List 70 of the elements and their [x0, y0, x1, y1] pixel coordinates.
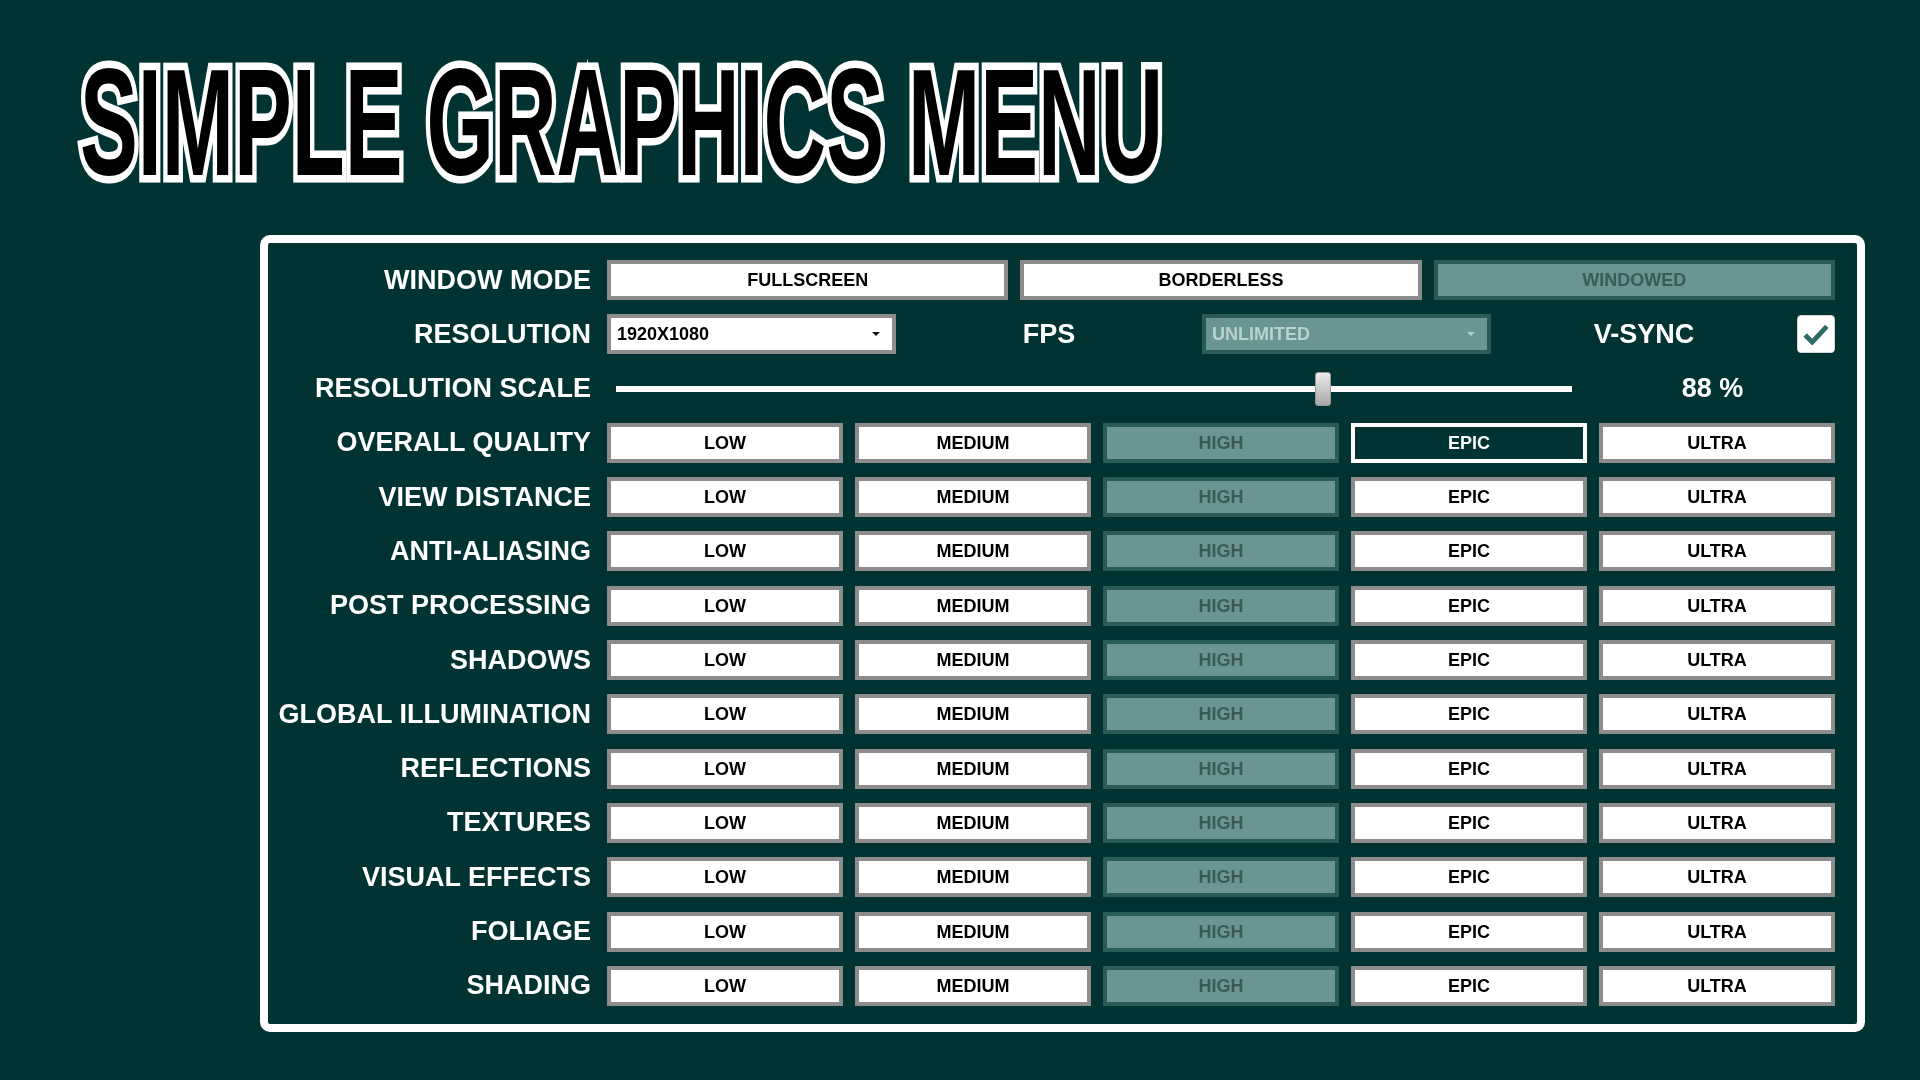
setting-label: WINDOW MODE [384, 266, 591, 294]
option-button[interactable]: LOW [607, 802, 843, 843]
option-button[interactable]: LOW [607, 857, 843, 898]
page-title: SIMPLE GRAPHICS MENU [80, 46, 1164, 198]
option-button[interactable]: ULTRA [1599, 965, 1835, 1006]
option-button[interactable]: ULTRA [1599, 585, 1835, 626]
option-button[interactable]: ULTRA [1599, 531, 1835, 572]
option-button[interactable]: LOW [607, 477, 843, 518]
option-button[interactable]: MEDIUM [855, 694, 1091, 735]
caret-icon [1467, 332, 1475, 337]
setting-label: ANTI-ALIASING [390, 538, 591, 565]
option-button[interactable]: MEDIUM [855, 911, 1091, 952]
option-button[interactable]: ULTRA [1599, 911, 1835, 952]
option-button[interactable]: ULTRA [1599, 422, 1835, 463]
setting-label: SHADING [466, 972, 591, 1000]
option-button[interactable]: LOW [607, 585, 843, 626]
option-button[interactable]: ULTRA [1599, 748, 1835, 789]
slider-thumb[interactable] [1315, 371, 1332, 406]
option-button[interactable]: LOW [607, 965, 843, 1006]
setting-label: SHADOWS [450, 646, 591, 674]
option-button[interactable]: MEDIUM [855, 857, 1091, 898]
option-button[interactable]: MEDIUM [855, 422, 1091, 463]
option-button[interactable]: EPIC [1351, 531, 1587, 572]
option-button[interactable]: MEDIUM [855, 802, 1091, 843]
option-button[interactable]: MEDIUM [855, 965, 1091, 1006]
setting-label: V-SYNC [1593, 320, 1695, 348]
option-button[interactable]: MEDIUM [855, 748, 1091, 789]
option-button[interactable]: EPIC [1351, 422, 1587, 463]
setting-label: VISUAL EFFECTS [361, 863, 591, 891]
scale-reading: 88 % [1681, 375, 1744, 403]
option-button[interactable]: LOW [607, 640, 843, 681]
option-button[interactable]: BORDERLESS [1020, 260, 1422, 300]
setting-label: VIEW DISTANCE [378, 483, 591, 511]
option-button[interactable]: MEDIUM [855, 477, 1091, 518]
checkbox[interactable] [1797, 315, 1835, 354]
option-button[interactable]: LOW [607, 422, 843, 463]
setting-label: OVERALL QUALITY [336, 429, 591, 457]
option-button[interactable]: EPIC [1351, 748, 1587, 789]
option-button[interactable]: ULTRA [1599, 802, 1835, 843]
setting-label: FOLIAGE [471, 918, 591, 946]
option-button[interactable]: EPIC [1351, 477, 1587, 518]
option-button[interactable]: LOW [607, 748, 843, 789]
setting-label: POST PROCESSING [329, 592, 591, 620]
setting-label: FPS [1022, 320, 1076, 348]
check-icon [1803, 323, 1829, 346]
option-button[interactable]: EPIC [1351, 640, 1587, 681]
setting-label: RESOLUTION [414, 320, 591, 348]
option-button[interactable]: LOW [607, 911, 843, 952]
setting-label: REFLECTIONS [400, 755, 591, 783]
option-button[interactable]: ULTRA [1599, 694, 1835, 735]
setting-label: TEXTURES [446, 809, 591, 837]
option-button[interactable]: ULTRA [1599, 857, 1835, 898]
option-button[interactable]: MEDIUM [855, 585, 1091, 626]
option-button[interactable]: ULTRA [1599, 640, 1835, 681]
option-button[interactable]: EPIC [1351, 802, 1587, 843]
option-button[interactable]: EPIC [1351, 694, 1587, 735]
caret-icon [872, 332, 880, 337]
option-button[interactable]: EPIC [1351, 965, 1587, 1006]
option-button[interactable]: EPIC [1351, 857, 1587, 898]
setting-label: RESOLUTION SCALE [315, 375, 591, 403]
dropdown[interactable]: 1920X1080 [607, 314, 896, 355]
option-button[interactable]: MEDIUM [855, 531, 1091, 572]
setting-label: GLOBAL ILLUMINATION [278, 700, 591, 728]
option-button[interactable]: EPIC [1351, 585, 1587, 626]
option-button[interactable]: ULTRA [1599, 477, 1835, 518]
option-button[interactable]: MEDIUM [855, 640, 1091, 681]
option-button[interactable]: FULLSCREEN [607, 260, 1009, 300]
option-button[interactable]: LOW [607, 531, 843, 572]
option-button[interactable]: LOW [607, 694, 843, 735]
option-button[interactable]: EPIC [1351, 911, 1587, 952]
